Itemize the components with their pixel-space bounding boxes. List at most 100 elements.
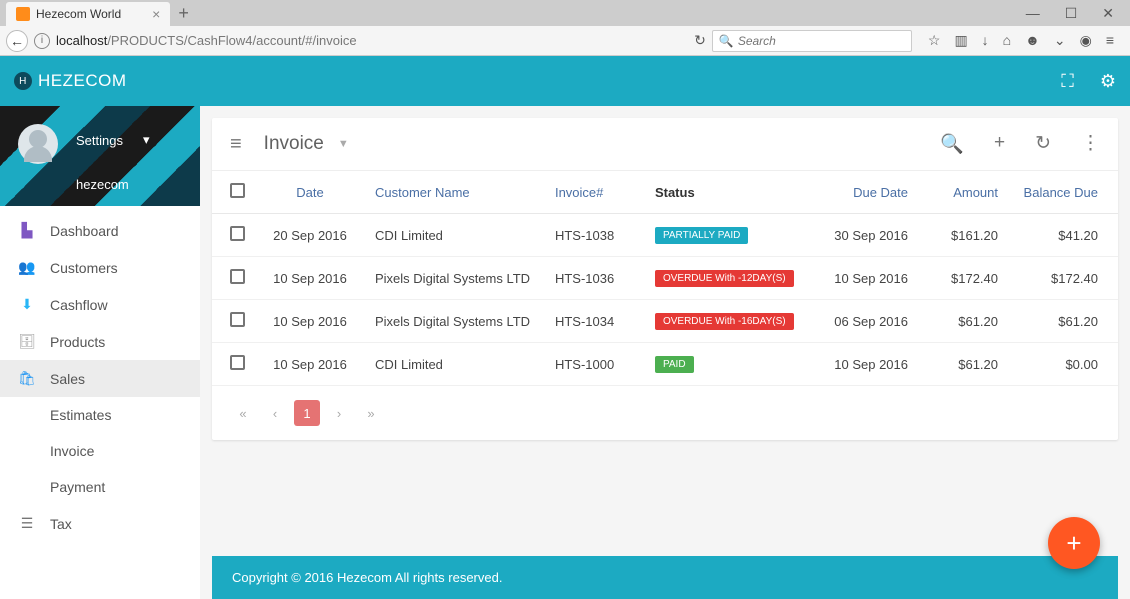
pocket-icon[interactable]: ⌄	[1054, 32, 1066, 49]
chevron-down-icon: ▾	[143, 132, 150, 148]
maximize-window-button[interactable]: ☐	[1065, 5, 1078, 22]
new-tab-button[interactable]: +	[170, 3, 197, 24]
cell-invoice: HTS-1036	[545, 257, 645, 300]
sidebar-header: Settings ▾ hezecom	[0, 106, 200, 206]
favicon-icon	[16, 7, 30, 21]
products-icon: 🗄	[18, 333, 36, 350]
logo-badge-icon: H	[14, 72, 32, 90]
shield-icon[interactable]: ◉	[1080, 32, 1092, 49]
cashflow-icon: ⬇	[18, 296, 36, 313]
minimize-window-button[interactable]: —	[1026, 5, 1040, 22]
more-action-icon[interactable]: ⋮	[1081, 132, 1100, 156]
select-all-checkbox[interactable]	[230, 183, 245, 198]
footer: Copyright © 2016 Hezecom All rights rese…	[212, 556, 1118, 599]
browser-search[interactable]: 🔍	[712, 30, 912, 52]
cell-amount: $172.40	[918, 257, 1008, 300]
cell-invoice: HTS-1034	[545, 300, 645, 343]
cell-amount: $161.20	[918, 214, 1008, 257]
col-balance[interactable]: Balance Due	[1008, 171, 1118, 214]
cell-amount: $61.20	[918, 343, 1008, 386]
sidebar-item-payment[interactable]: Payment	[0, 469, 200, 505]
col-status[interactable]: Status	[645, 171, 808, 214]
browser-tab-bar: Hezecom World × + — ☐ ✕	[0, 0, 1130, 26]
sales-icon: 🛍	[18, 370, 36, 387]
refresh-action-icon[interactable]: ↻	[1035, 132, 1051, 156]
table-row[interactable]: 10 Sep 2016CDI LimitedHTS-1000PAID10 Sep…	[212, 343, 1118, 386]
customers-icon: 👥	[18, 259, 36, 276]
page-next[interactable]: ›	[326, 400, 352, 426]
library-icon[interactable]: ▥	[954, 32, 967, 49]
face-icon[interactable]: ☻	[1025, 32, 1040, 49]
app-header: H HEZECOM ⛶ ⚙	[0, 56, 1130, 106]
page-last[interactable]: »	[358, 400, 384, 426]
cell-due: 30 Sep 2016	[808, 214, 918, 257]
table-row[interactable]: 10 Sep 2016Pixels Digital Systems LTDHTS…	[212, 257, 1118, 300]
cell-status: PAID	[645, 343, 808, 386]
row-checkbox[interactable]	[230, 312, 245, 327]
col-due[interactable]: Due Date	[808, 171, 918, 214]
close-window-button[interactable]: ✕	[1102, 5, 1114, 22]
sidebar-item-dashboard[interactable]: ▙Dashboard	[0, 212, 200, 249]
sidebar-item-estimates[interactable]: Estimates	[0, 397, 200, 433]
cell-status: OVERDUE With -16DAY(S)	[645, 300, 808, 343]
fab-add-button[interactable]: +	[1048, 517, 1100, 569]
search-action-icon[interactable]: 🔍	[940, 132, 964, 156]
page-title[interactable]: Invoice ▼	[264, 133, 349, 155]
cell-due: 10 Sep 2016	[808, 343, 918, 386]
cell-balance: $172.40	[1008, 257, 1118, 300]
cell-date: 10 Sep 2016	[255, 257, 365, 300]
menu-icon[interactable]: ≡	[1106, 32, 1114, 49]
sidebar-item-products[interactable]: 🗄Products	[0, 323, 200, 360]
cell-amount: $61.20	[918, 300, 1008, 343]
page-current[interactable]: 1	[294, 400, 320, 426]
page-first[interactable]: «	[230, 400, 256, 426]
fullscreen-icon[interactable]: ⛶	[1061, 71, 1074, 92]
row-checkbox[interactable]	[230, 269, 245, 284]
cell-customer: CDI Limited	[365, 214, 545, 257]
brand-text: HEZECOM	[38, 71, 127, 91]
sidebar-item-cashflow[interactable]: ⬇Cashflow	[0, 286, 200, 323]
sidebar: Settings ▾ hezecom ▙Dashboard 👥Customers…	[0, 106, 200, 599]
sidebar-item-tax[interactable]: ☰Tax	[0, 505, 200, 542]
download-icon[interactable]: ↓	[982, 32, 989, 49]
col-date[interactable]: Date	[255, 171, 365, 214]
cell-balance: $0.00	[1008, 343, 1118, 386]
table-row[interactable]: 20 Sep 2016CDI LimitedHTS-1038PARTIALLY …	[212, 214, 1118, 257]
settings-gear-icon[interactable]: ⚙	[1100, 71, 1116, 92]
browser-tab[interactable]: Hezecom World ×	[6, 2, 170, 26]
settings-dropdown[interactable]: Settings ▾	[76, 132, 150, 148]
cell-customer: Pixels Digital Systems LTD	[365, 300, 545, 343]
add-action-icon[interactable]: +	[994, 132, 1005, 156]
col-invoice[interactable]: Invoice#	[545, 171, 645, 214]
tab-title: Hezecom World	[36, 7, 121, 21]
cell-due: 06 Sep 2016	[808, 300, 918, 343]
cell-date: 20 Sep 2016	[255, 214, 365, 257]
close-tab-icon[interactable]: ×	[152, 6, 160, 22]
page-prev[interactable]: ‹	[262, 400, 288, 426]
pagination: « ‹ 1 › »	[212, 386, 1118, 440]
avatar[interactable]	[18, 124, 58, 164]
status-badge: OVERDUE With -16DAY(S)	[655, 313, 794, 330]
card-menu-icon[interactable]: ≡	[230, 133, 242, 156]
site-info-icon[interactable]: i	[34, 33, 50, 49]
address-bar[interactable]: localhost/PRODUCTS/CashFlow4/account/#/i…	[56, 33, 357, 48]
cell-date: 10 Sep 2016	[255, 300, 365, 343]
app-logo[interactable]: H HEZECOM	[14, 71, 127, 91]
col-amount[interactable]: Amount	[918, 171, 1008, 214]
cell-customer: Pixels Digital Systems LTD	[365, 257, 545, 300]
row-checkbox[interactable]	[230, 226, 245, 241]
invoice-table: Date Customer Name Invoice# Status Due D…	[212, 171, 1118, 386]
table-row[interactable]: 10 Sep 2016Pixels Digital Systems LTDHTS…	[212, 300, 1118, 343]
sidebar-item-sales[interactable]: 🛍Sales	[0, 360, 200, 397]
home-icon[interactable]: ⌂	[1003, 32, 1011, 49]
back-button[interactable]: ←	[6, 30, 28, 52]
reload-button[interactable]: ↻	[694, 32, 706, 49]
bookmark-icon[interactable]: ☆	[928, 32, 941, 49]
sidebar-item-invoice[interactable]: Invoice	[0, 433, 200, 469]
col-customer[interactable]: Customer Name	[365, 171, 545, 214]
row-checkbox[interactable]	[230, 355, 245, 370]
cell-invoice: HTS-1000	[545, 343, 645, 386]
search-input[interactable]	[738, 34, 905, 48]
sidebar-item-customers[interactable]: 👥Customers	[0, 249, 200, 286]
cell-invoice: HTS-1038	[545, 214, 645, 257]
